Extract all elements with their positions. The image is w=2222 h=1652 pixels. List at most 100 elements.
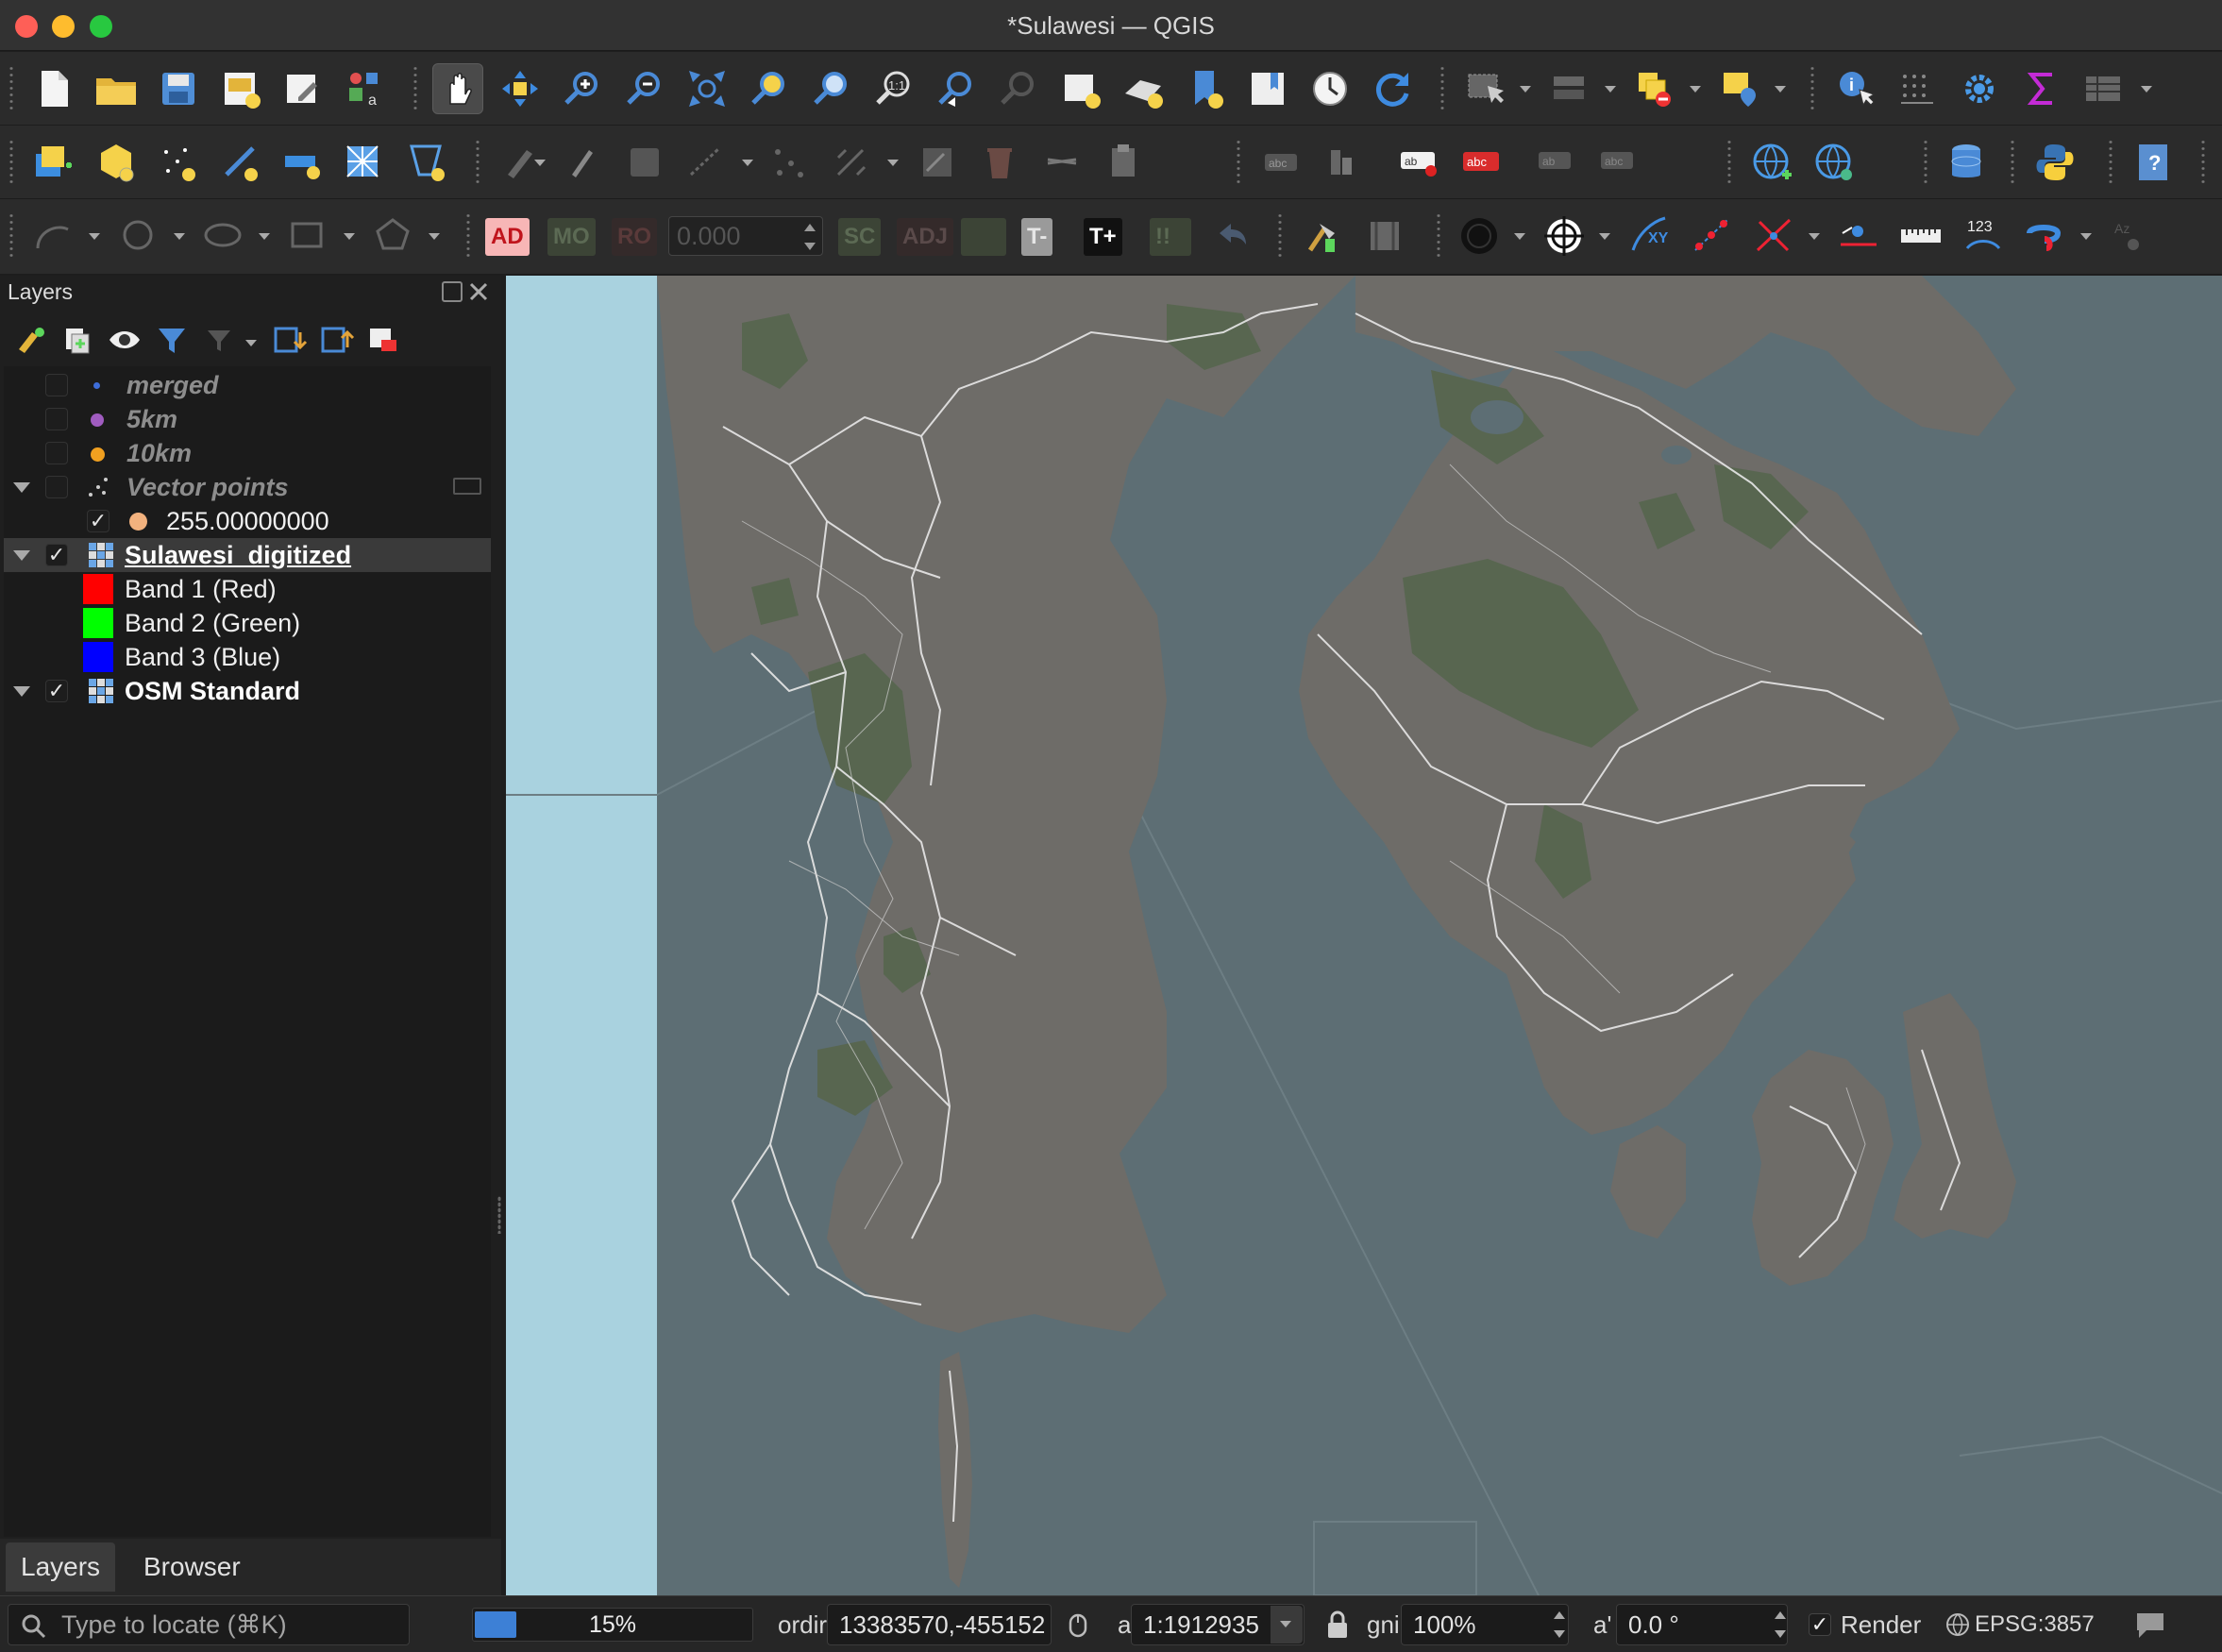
georeferencer-icon[interactable] — [1297, 211, 1348, 261]
rotation-input[interactable]: 0.0 ° — [1616, 1604, 1788, 1645]
python-console-icon[interactable] — [2029, 137, 2080, 188]
remove-layer-icon[interactable] — [364, 321, 402, 359]
layer-row-5km[interactable]: 5km — [4, 402, 491, 436]
toolbar-grip[interactable] — [1809, 65, 1816, 112]
attribute-table-icon[interactable] — [2079, 63, 2129, 114]
new-temporary-layer-icon[interactable] — [153, 137, 204, 188]
deselect-all-icon[interactable] — [1629, 63, 1680, 114]
zoom-last-icon[interactable] — [931, 63, 982, 114]
render-checkbox[interactable]: ✓ — [1809, 1613, 1831, 1636]
new-bookmark-icon[interactable] — [1180, 63, 1231, 114]
crs-button[interactable]: EPSG:3857 — [1975, 1596, 2095, 1652]
open-project-icon[interactable] — [91, 63, 142, 114]
zoom-next-icon[interactable] — [993, 63, 1044, 114]
zoom-native-resolution-icon[interactable]: 1:1 — [868, 63, 919, 114]
snapping-adj-button[interactable]: ADJ — [897, 218, 954, 256]
toolbar-grip[interactable] — [1439, 65, 1446, 112]
help-icon[interactable]: ? — [2128, 137, 2179, 188]
toolbar-grip[interactable] — [1725, 139, 1733, 186]
select-by-value-icon[interactable] — [1544, 63, 1595, 114]
chevron-down-icon[interactable] — [174, 233, 185, 240]
new-project-icon[interactable] — [28, 63, 79, 114]
chevron-down-icon[interactable] — [1809, 233, 1820, 240]
snapping-ro-button[interactable]: RO — [612, 218, 657, 256]
toolbar-grip[interactable] — [8, 212, 15, 260]
new-mesh-layer-icon[interactable] — [340, 137, 391, 188]
metasearch-icon[interactable] — [1809, 137, 1860, 188]
layer-row-osm-standard[interactable]: ✓ OSM Standard — [4, 674, 491, 708]
close-panel-icon[interactable] — [468, 281, 489, 302]
digitize-line-icon[interactable] — [682, 137, 732, 188]
move-label-icon[interactable]: ab — [1531, 137, 1582, 188]
filter-legend-icon[interactable] — [153, 321, 191, 359]
chevron-down-icon[interactable] — [89, 233, 100, 240]
layer-visibility-checkbox[interactable] — [45, 408, 68, 430]
chevron-down-icon[interactable] — [887, 160, 899, 166]
db-manager-icon[interactable] — [1941, 137, 1992, 188]
add-regular-polygon-icon[interactable] — [368, 211, 419, 261]
circle-symbol-icon[interactable] — [1454, 211, 1505, 261]
toolbar-grip[interactable] — [474, 139, 481, 186]
save-edits-icon[interactable] — [619, 137, 670, 188]
toolbar-grip[interactable] — [2107, 139, 2114, 186]
toolbar-grip[interactable] — [1235, 139, 1242, 186]
messages-icon[interactable] — [2133, 1608, 2167, 1642]
chevron-down-icon[interactable] — [245, 340, 257, 346]
chevron-down-icon[interactable] — [742, 160, 753, 166]
temporal-controller-icon[interactable] — [1305, 63, 1355, 114]
add-circular-string-icon[interactable] — [28, 211, 79, 261]
chevron-down-icon[interactable] — [429, 233, 440, 240]
snapping-topology-button[interactable] — [961, 218, 1006, 256]
new-shapefile-layer-icon[interactable] — [215, 137, 266, 188]
toolbar-grip[interactable] — [1922, 139, 1929, 186]
statistics-sigma-icon[interactable] — [2016, 63, 2067, 114]
legend-class-row[interactable]: ✓ 255.00000000 — [4, 504, 491, 538]
save-project-icon[interactable] — [153, 63, 204, 114]
chevron-down-icon[interactable] — [1514, 233, 1525, 240]
move-vertex-icon[interactable] — [1833, 211, 1884, 261]
undo-icon[interactable] — [1206, 211, 1257, 261]
add-wms-layer-icon[interactable] — [1746, 137, 1797, 188]
style-manager-icon[interactable]: a — [340, 63, 391, 114]
zoom-to-selection-icon[interactable] — [744, 63, 795, 114]
magnifier-input[interactable]: 100% — [1401, 1604, 1569, 1645]
layer-visibility-checkbox[interactable]: ✓ — [45, 544, 68, 566]
select-by-location-icon[interactable] — [1714, 63, 1765, 114]
sort-az-icon[interactable]: Az — [2105, 211, 2156, 261]
data-source-manager-icon[interactable] — [28, 137, 79, 188]
expand-arrow-icon[interactable] — [13, 482, 30, 493]
trace-minus-button[interactable]: T- — [1021, 218, 1053, 256]
split-vertex-icon[interactable] — [1748, 211, 1799, 261]
chevron-down-icon[interactable] — [534, 160, 546, 166]
settings-gear-icon[interactable] — [1954, 63, 2005, 114]
snapping-mo-button[interactable]: MO — [547, 218, 596, 256]
new-print-layout-icon[interactable] — [215, 63, 266, 114]
chevron-down-icon[interactable] — [1520, 86, 1531, 93]
show-hide-labels-icon[interactable]: abc — [1456, 137, 1507, 188]
tab-layers[interactable]: Layers — [6, 1542, 116, 1592]
new-geopackage-layer-icon[interactable] — [91, 137, 142, 188]
locator-search-input[interactable]: Type to locate (⌘K) — [8, 1604, 410, 1645]
toolbar-grip[interactable] — [464, 212, 472, 260]
crosshair-icon[interactable] — [1539, 211, 1590, 261]
layer-row-10km[interactable]: 10km — [4, 436, 491, 470]
rotate-label-icon[interactable]: abc — [1593, 137, 1644, 188]
layer-visibility-checkbox[interactable] — [45, 374, 68, 396]
show-bookmarks-icon[interactable] — [1242, 63, 1293, 114]
float-panel-icon[interactable] — [442, 281, 463, 302]
toggle-editing-pencil-icon[interactable] — [557, 137, 608, 188]
toolbar-grip[interactable] — [2009, 139, 2016, 186]
zoom-to-layer-icon[interactable] — [806, 63, 857, 114]
toolbar-grip[interactable] — [1435, 212, 1442, 260]
toolbar-grip[interactable] — [8, 65, 15, 112]
collapse-all-icon[interactable] — [317, 321, 355, 359]
refresh-icon[interactable] — [1367, 63, 1418, 114]
identify-features-icon[interactable]: i — [1829, 63, 1880, 114]
expand-arrow-icon[interactable] — [13, 550, 30, 561]
chevron-down-icon[interactable] — [2141, 86, 2152, 93]
zoom-in-icon[interactable] — [557, 63, 608, 114]
delete-selected-icon[interactable] — [974, 137, 1025, 188]
toolbar-grip[interactable] — [8, 139, 15, 186]
toolbar-grip[interactable] — [412, 65, 419, 112]
layer-visibility-checkbox[interactable]: ✓ — [45, 680, 68, 702]
